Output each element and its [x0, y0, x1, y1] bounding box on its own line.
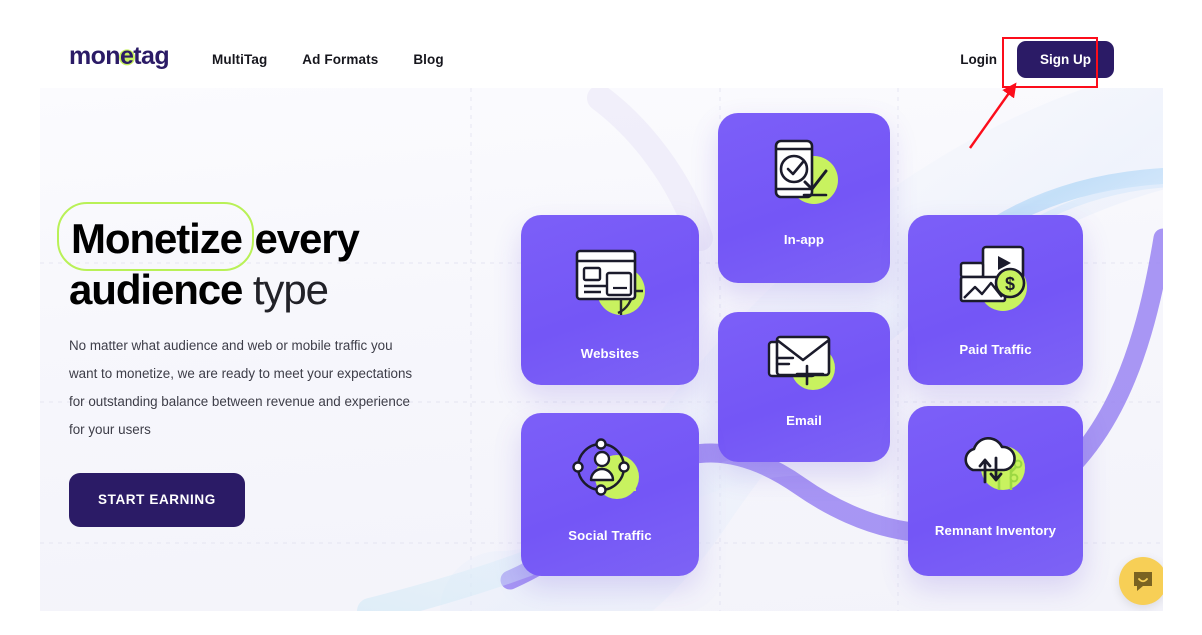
hero-title: Monetize every audience type: [57, 202, 469, 315]
nav-item-ad-formats[interactable]: Ad Formats: [302, 52, 378, 67]
header-inner: mon etag MultiTag Ad Formats Blog Login S…: [40, 0, 1163, 88]
card-remnant-inventory[interactable]: Remnant Inventory: [908, 406, 1083, 576]
monetag-logo[interactable]: mon etag: [69, 42, 170, 70]
chat-widget-button[interactable]: [1119, 557, 1163, 605]
card-label-email: Email: [786, 413, 822, 428]
hero-title-bold-rest: every: [243, 215, 359, 262]
logo-text-before: mon: [69, 42, 121, 70]
card-label-websites: Websites: [580, 346, 640, 361]
hero-title-highlight-wrapper: Monetize: [57, 202, 254, 272]
mobile-check-icon: [764, 135, 844, 218]
login-link[interactable]: Login: [960, 52, 997, 67]
card-social-traffic[interactable]: Social Traffic: [521, 413, 699, 576]
nav-item-multitag[interactable]: MultiTag: [212, 52, 267, 67]
card-inapp[interactable]: In-app: [718, 113, 890, 283]
card-label-social-traffic: Social Traffic: [568, 528, 652, 543]
hero-copy: Monetize every audience type No matter w…: [57, 202, 469, 527]
site-header: mon etag MultiTag Ad Formats Blog Login S…: [40, 0, 1163, 88]
hero-title-line2-light: type: [242, 266, 329, 314]
nav-item-blog[interactable]: Blog: [413, 52, 443, 67]
card-label-inapp: In-app: [783, 232, 825, 247]
envelope-icon: [763, 332, 845, 401]
card-label-remnant-inventory: Remnant Inventory: [934, 523, 1057, 538]
social-network-icon: [569, 433, 651, 512]
sign-up-button[interactable]: Sign Up: [1017, 41, 1114, 78]
logo-text-after: tag: [133, 42, 169, 70]
cloud-transfer-icon: [955, 428, 1037, 505]
card-label-paid-traffic: Paid Traffic: [959, 342, 1032, 357]
card-websites[interactable]: Websites: [521, 215, 699, 385]
site-viewport: mon etag MultiTag Ad Formats Blog Login S…: [40, 0, 1163, 611]
card-email[interactable]: Email: [718, 312, 890, 462]
start-earning-button[interactable]: START EARNING: [69, 472, 245, 527]
video-dollar-icon: $: [953, 241, 1039, 322]
hero-section: Monetize every audience type No matter w…: [40, 88, 1163, 611]
card-paid-traffic[interactable]: $ Paid Traffic: [908, 215, 1083, 385]
hero-title-highlight: Monetize: [71, 215, 243, 262]
logo-text-e: e: [119, 42, 134, 70]
browser-globe-icon: [567, 243, 653, 326]
page-root: mon etag MultiTag Ad Formats Blog Login S…: [0, 0, 1202, 635]
header-actions: Login Sign Up: [960, 41, 1114, 78]
logo-e-wrapper: e: [118, 42, 135, 70]
hero-subtitle: No matter what audience and web or mobil…: [69, 338, 413, 438]
main-nav: MultiTag Ad Formats Blog: [212, 52, 444, 67]
svg-text:$: $: [1004, 274, 1014, 294]
chat-bubble-smile-icon: [1134, 572, 1152, 591]
hero-title-line2-bold: audience: [69, 266, 243, 314]
